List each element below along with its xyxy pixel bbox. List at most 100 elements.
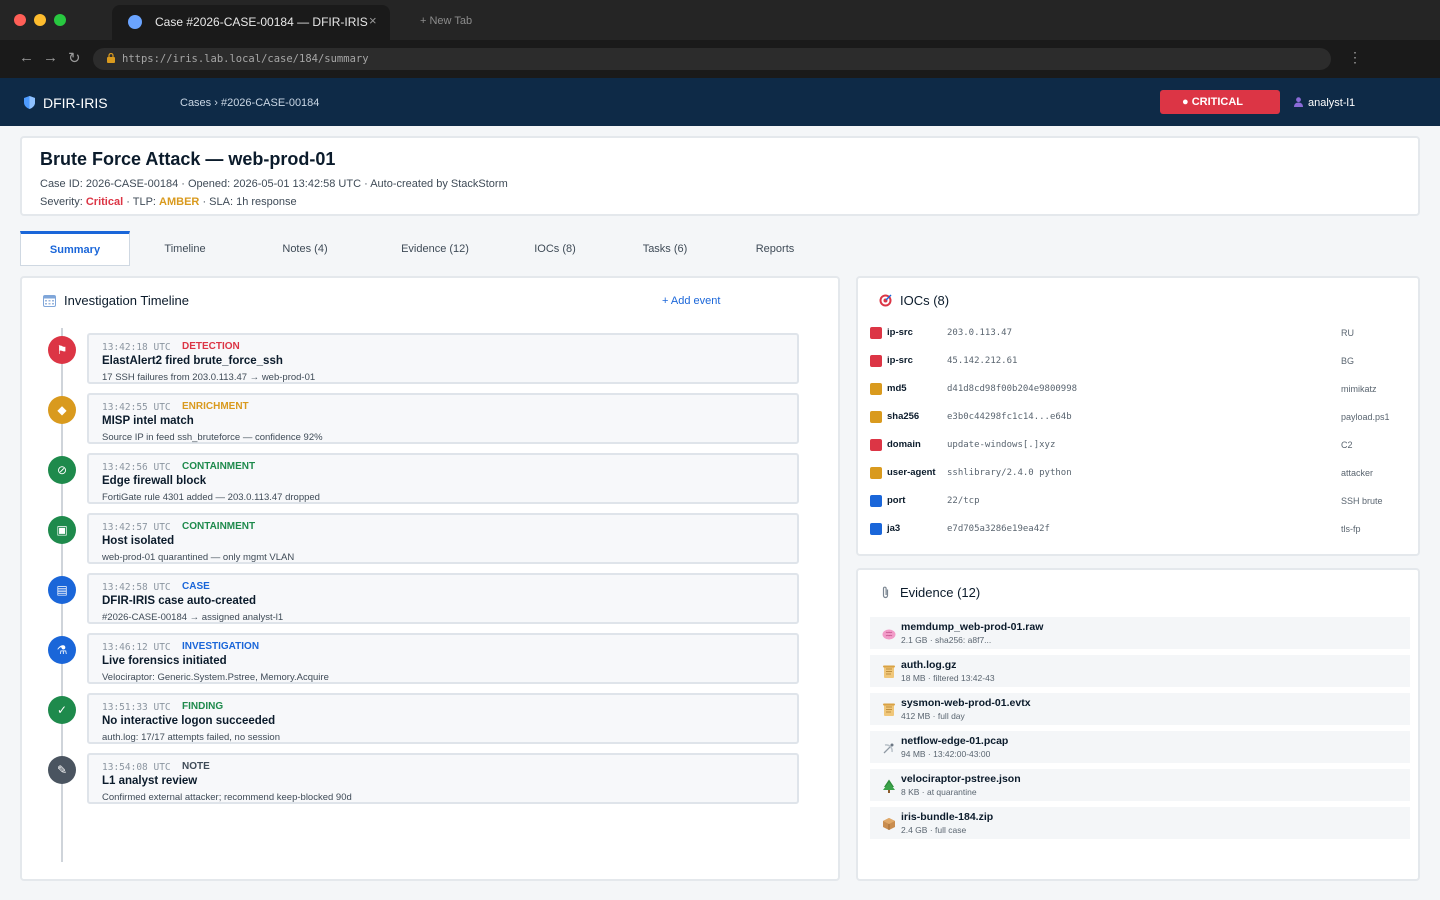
tlp-value: AMBER — [159, 196, 200, 208]
ioc-value: 45.142.212.61 — [947, 356, 1018, 366]
evidence-item[interactable]: sysmon-web-prod-01.evtx 412 MB · full day — [870, 693, 1410, 725]
ioc-value: 22/tcp — [947, 496, 980, 506]
evidence-item[interactable]: iris-bundle-184.zip 2.4 GB · full case — [870, 807, 1410, 839]
ioc-value: update-windows[.]xyz — [947, 440, 1056, 450]
timeline-event[interactable]: ◆ 13:42:55 UTC ENRICHMENT MISP intel match S… — [22, 393, 842, 445]
timeline-event[interactable]: ⚗ 13:46:12 UTC INVESTIGATION Live forensics… — [22, 633, 842, 685]
evidence-item[interactable]: velociraptor-pstree.json 8 KB · at quaran… — [870, 769, 1410, 801]
reload-icon[interactable]: ↻ — [68, 49, 81, 67]
ioc-severity-marker — [870, 495, 882, 507]
ioc-severity-marker — [870, 411, 882, 423]
ioc-type: ip-src — [887, 355, 913, 366]
evidence-meta: 2.1 GB · sha256: a8f7... — [901, 635, 992, 645]
ioc-row[interactable]: user-agent sshlibrary/2.4.0 python attacke… — [870, 465, 1410, 483]
tab-summary[interactable]: Summary — [20, 231, 130, 266]
browser-tabstrip: Case #2026-CASE-00184 — DFIR-IRIS × + Ne… — [0, 0, 1440, 40]
event-detail: Confirmed external attacker; recommend k… — [102, 792, 352, 803]
app-brand[interactable]: DFIR-IRIS — [43, 95, 108, 111]
severity-badge[interactable]: ● CRITICAL — [1160, 90, 1280, 114]
timeline-event[interactable]: ⊘ 13:42:56 UTC CONTAINMENT Edge firewall bl… — [22, 453, 842, 505]
ioc-value: d41d8cd98f00b204e9800998 — [947, 384, 1078, 394]
timeline-event[interactable]: ✎ 13:54:08 UTC NOTE L1 analyst review Confir… — [22, 753, 842, 805]
ioc-row[interactable]: domain update-windows[.]xyz C2 — [870, 437, 1410, 455]
browser-menu-icon[interactable]: ⋮ — [1348, 49, 1362, 66]
event-detail: Source IP in feed ssh_bruteforce — confi… — [102, 432, 323, 443]
window-maximize-button[interactable] — [54, 14, 66, 26]
timeline-title: Investigation Timeline — [64, 293, 190, 308]
back-icon[interactable]: ← — [19, 49, 34, 66]
event-time: 13:42:58 UTC — [102, 582, 171, 593]
ioc-tag: C2 — [1341, 440, 1353, 450]
window-minimize-button[interactable] — [34, 14, 46, 26]
evidence-meta: 412 MB · full day — [901, 711, 965, 721]
ioc-value: e3b0c44298fc1c14...e64b — [947, 412, 1072, 422]
timeline-event[interactable]: ✓ 13:51:33 UTC FINDING No interactive logon… — [22, 693, 842, 745]
event-title: DFIR-IRIS case auto-created — [102, 595, 257, 607]
timeline-event-card[interactable]: 13:51:33 UTC FINDING No interactive logon … — [87, 693, 799, 744]
tab-evidence[interactable]: Evidence (12) — [385, 231, 485, 266]
evidence-meta: 2.4 GB · full case — [901, 825, 967, 835]
event-time: 13:54:08 UTC — [102, 762, 171, 773]
tab-notes[interactable]: Notes (4) — [265, 231, 345, 266]
ioc-row[interactable]: ip-src 45.142.212.61 BG — [870, 353, 1410, 371]
user-name: analyst-l1 — [1308, 97, 1356, 109]
add-event-button[interactable]: + Add event — [662, 295, 720, 307]
timeline-event[interactable]: ▣ 13:42:57 UTC CONTAINMENT Host isolated web… — [22, 513, 842, 565]
ioc-row[interactable]: sha256 e3b0c44298fc1c14...e64b payload.ps1 — [870, 409, 1410, 427]
ioc-tag: RU — [1341, 328, 1354, 338]
ioc-tag: SSH brute — [1341, 496, 1383, 506]
ioc-row[interactable]: ja3 e7d705a3286e19ea42f tls-fp — [870, 521, 1410, 539]
timeline-event-card[interactable]: 13:42:56 UTC CONTAINMENT Edge firewall blo… — [87, 453, 799, 504]
scroll-icon — [882, 703, 896, 717]
timeline-event[interactable]: ▤ 13:42:58 UTC CASE DFIR-IRIS case auto-cre… — [22, 573, 842, 625]
event-category: INVESTIGATION — [182, 641, 260, 652]
timeline-event-card[interactable]: 13:46:12 UTC INVESTIGATION Live forensics … — [87, 633, 799, 684]
event-category: CASE — [182, 581, 210, 592]
timeline-event[interactable]: ⚑ 13:42:18 UTC DETECTION ElastAlert2 fired … — [22, 333, 842, 385]
evidence-item[interactable]: auth.log.gz 18 MB · filtered 13:42-43 — [870, 655, 1410, 687]
ioc-type: md5 — [887, 383, 907, 394]
ioc-row[interactable]: ip-src 203.0.113.47 RU — [870, 325, 1410, 343]
browser-tab-title: Case #2026-CASE-00184 — DFIR-IRIS — [155, 15, 368, 29]
close-tab-icon[interactable]: × — [369, 13, 377, 28]
evidence-name: memdump_web-prod-01.raw — [901, 621, 1044, 633]
tab-tasks[interactable]: Tasks (6) — [630, 231, 700, 266]
browser-tab-active[interactable]: Case #2026-CASE-00184 — DFIR-IRIS × — [112, 5, 390, 40]
tab-reports[interactable]: Reports — [740, 231, 810, 266]
case-header: Brute Force Attack — web-prod-01 Case ID… — [20, 136, 1420, 216]
ioc-row[interactable]: md5 d41d8cd98f00b204e9800998 mimikatz — [870, 381, 1410, 399]
window-close-button[interactable] — [14, 14, 26, 26]
paperclip-icon — [882, 586, 889, 599]
sla-text: · SLA: 1h response — [202, 196, 297, 208]
evidence-name: auth.log.gz — [901, 659, 957, 671]
breadcrumb[interactable]: Cases › #2026-CASE-00184 — [180, 97, 319, 109]
ioc-tag: tls-fp — [1341, 524, 1361, 534]
event-detail: web-prod-01 quarantined — only mgmt VLAN — [102, 552, 295, 563]
timeline-event-card[interactable]: 13:42:55 UTC ENRICHMENT MISP intel match So… — [87, 393, 799, 444]
evidence-item[interactable]: memdump_web-prod-01.raw 2.1 GB · sha256: … — [870, 617, 1410, 649]
evidence-meta: 94 MB · 13:42:00-43:00 — [901, 749, 991, 759]
tab-timeline[interactable]: Timeline — [140, 231, 230, 266]
timeline-event-card[interactable]: 13:42:57 UTC CONTAINMENT Host isolated web-… — [87, 513, 799, 564]
timeline-event-card[interactable]: 13:42:18 UTC DETECTION ElastAlert2 fired b… — [87, 333, 799, 384]
url-bar[interactable]: https://iris.lab.local/case/184/summary — [93, 48, 1331, 70]
evidence-name: sysmon-web-prod-01.evtx — [901, 697, 1031, 709]
tree-icon — [882, 779, 896, 793]
ioc-severity-marker — [870, 467, 882, 479]
new-tab-button[interactable]: + New Tab — [420, 15, 472, 27]
scroll-icon — [882, 665, 896, 679]
tab-iocs[interactable]: IOCs (8) — [520, 231, 590, 266]
event-title: L1 analyst review — [102, 775, 198, 787]
calendar-icon — [43, 295, 56, 307]
user-menu[interactable]: analyst-l1 — [1294, 97, 1355, 109]
lock-icon — [107, 53, 115, 63]
ioc-row[interactable]: port 22/tcp SSH brute — [870, 493, 1410, 511]
timeline-event-card[interactable]: 13:42:58 UTC CASE DFIR-IRIS case auto-crea… — [87, 573, 799, 624]
forward-icon[interactable]: → — [43, 49, 58, 66]
evidence-item[interactable]: netflow-edge-01.pcap 94 MB · 13:42:00-43:… — [870, 731, 1410, 763]
event-time: 13:42:56 UTC — [102, 462, 171, 473]
timeline-event-card[interactable]: 13:54:08 UTC NOTE L1 analyst review Confirm… — [87, 753, 799, 804]
event-time: 13:46:12 UTC — [102, 642, 171, 653]
user-icon — [1294, 97, 1303, 107]
evidence-name: netflow-edge-01.pcap — [901, 735, 1009, 747]
